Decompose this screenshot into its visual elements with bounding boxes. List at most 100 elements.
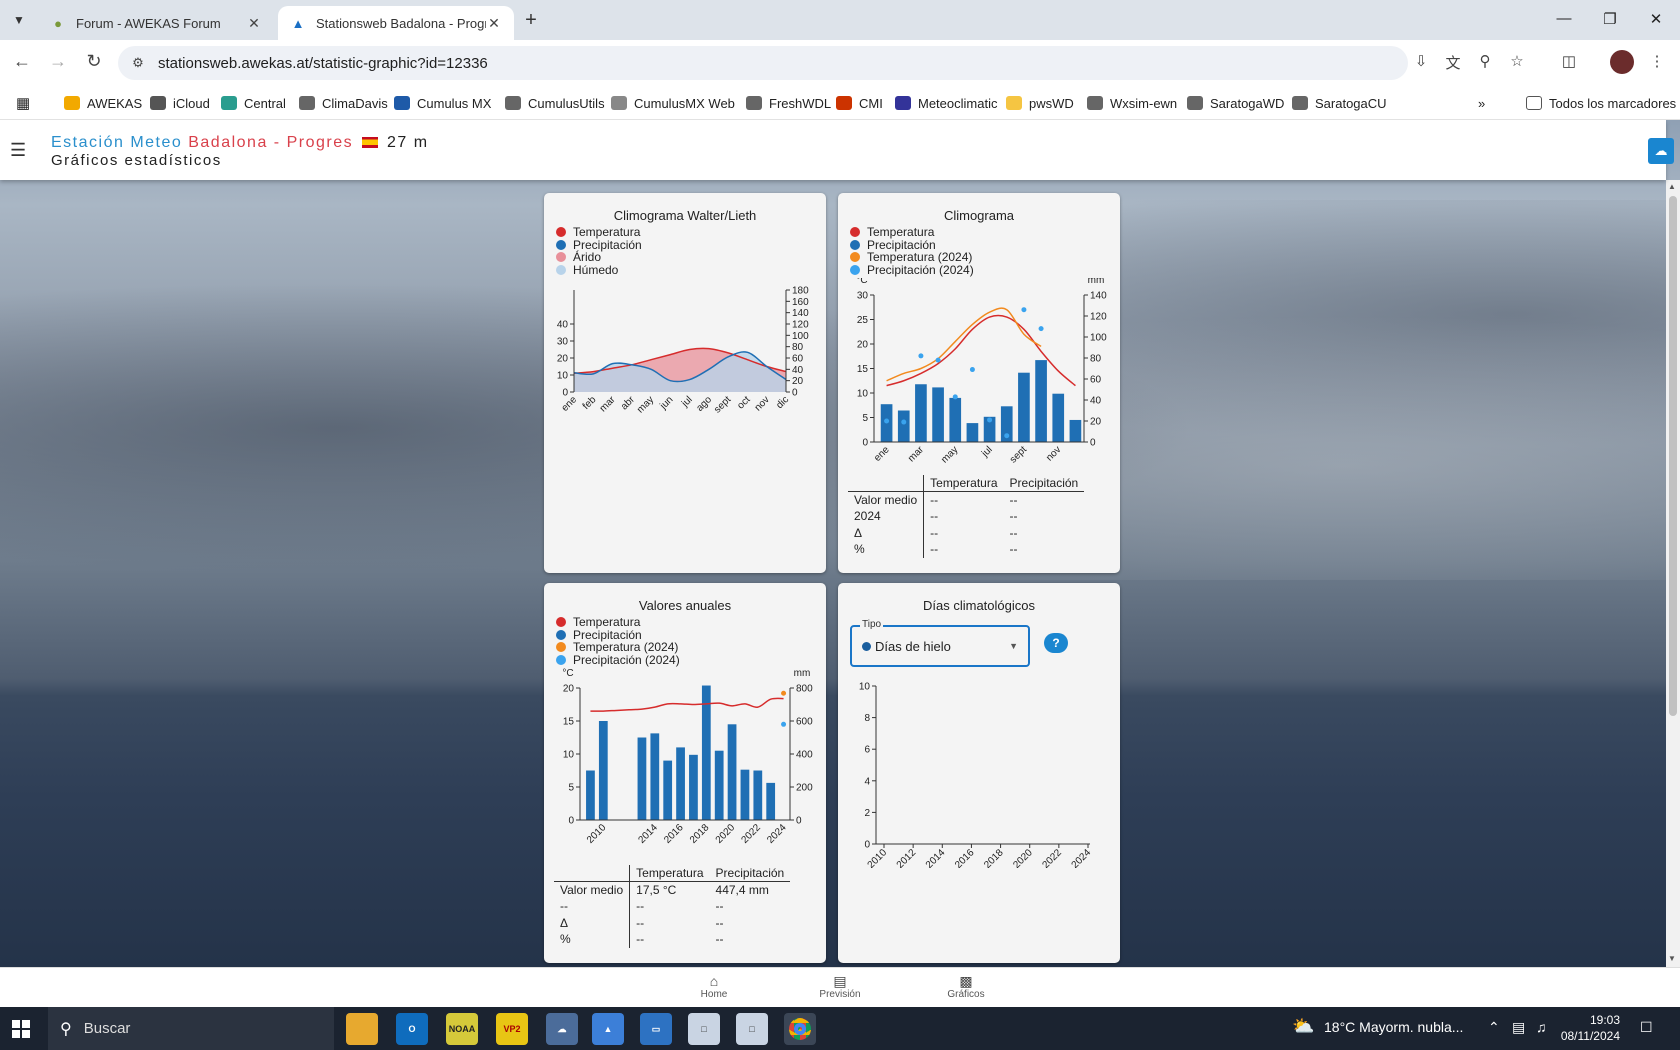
legend-item[interactable]: Árido [556, 251, 642, 264]
show-hidden-icons-icon[interactable]: ⌃ [1488, 1019, 1500, 1036]
hamburger-menu-icon[interactable]: ☰ [10, 140, 26, 161]
legend-dot [850, 239, 860, 250]
bookmark-item[interactable]: CumulusMX Web [611, 92, 735, 114]
apps-grid-icon[interactable]: ▦ [16, 92, 30, 114]
document-icon[interactable]: □ [736, 1013, 768, 1045]
legend-item[interactable]: Temperatura [556, 616, 680, 629]
windows-start-icon[interactable] [12, 1020, 30, 1038]
tab-stationsweb[interactable]: ▲ Stationsweb Badalona - Progres ✕ [278, 6, 514, 40]
close-tab-icon[interactable]: ✕ [246, 15, 262, 32]
close-window-icon[interactable]: ✕ [1636, 10, 1676, 28]
bookmark-item[interactable]: CMI [836, 92, 883, 114]
network-icon[interactable]: ▤ [1512, 1019, 1525, 1036]
bookmark-item[interactable]: AWEKAS [64, 92, 142, 114]
bookmark-item[interactable]: iCloud [150, 92, 210, 114]
legend-label: Árido [573, 250, 602, 264]
nav-prevision[interactable]: ▤ Previsión [800, 973, 880, 1000]
select-label: Tipo [860, 619, 884, 630]
document-icon[interactable]: □ [688, 1013, 720, 1045]
page-scrollbar[interactable]: ▲ ▼ [1666, 180, 1680, 967]
bottom-navigation: ⌂ Home ▤ Previsión ▩ Gráficos [0, 967, 1680, 1007]
bookmark-item[interactable]: FreshWDL [746, 92, 831, 114]
notifications-icon[interactable]: ☐ [1640, 1019, 1653, 1036]
window-app-icon[interactable]: ▭ [640, 1013, 672, 1045]
thermometer-app-icon[interactable]: ▲ [592, 1013, 624, 1045]
bookmark-item[interactable]: Meteoclimatic [895, 92, 997, 114]
bookmark-item[interactable]: SaratogaWD [1187, 92, 1284, 114]
all-bookmarks-folder[interactable]: Todos los marcadores [1526, 92, 1676, 114]
translate-icon[interactable]: 文 [1442, 52, 1464, 73]
install-app-icon[interactable]: ⇩ [1410, 52, 1432, 70]
precipitation-bar [701, 685, 711, 820]
scrollbar-thumb[interactable] [1669, 196, 1677, 716]
nav-home[interactable]: ⌂ Home [674, 973, 754, 1000]
outlook-icon[interactable]: O [396, 1013, 428, 1045]
awekas-favicon-icon: ▲ [291, 15, 305, 31]
chrome-icon[interactable] [784, 1013, 816, 1045]
site-info-icon[interactable]: ⚙ [118, 55, 158, 71]
x-tick-label: abr [619, 394, 637, 412]
back-icon[interactable]: ← [10, 51, 34, 72]
bookmark-label: AWEKAS [87, 95, 143, 111]
row-label: -- [554, 898, 631, 915]
temp-value: -- [636, 932, 645, 947]
x-tick-label: 2022 [739, 822, 763, 846]
x-tick-label: sept [712, 394, 733, 415]
tab-forum[interactable]: ● Forum - AWEKAS Forum ✕ [38, 6, 274, 40]
profile-avatar[interactable] [1610, 50, 1634, 74]
nav-graficos[interactable]: ▩ Gráficos [926, 973, 1006, 1000]
legend-item[interactable]: Temperatura (2024) [850, 251, 974, 264]
close-tab-icon[interactable]: ✕ [486, 15, 502, 32]
bookmark-item[interactable]: Wxsim-ewn [1087, 92, 1177, 114]
scroll-up-icon[interactable]: ▲ [1668, 182, 1676, 191]
restore-icon[interactable]: ❐ [1590, 10, 1630, 28]
bookmark-label: Wxsim-ewn [1110, 95, 1178, 111]
x-tick-label: 2010 [585, 822, 609, 846]
cloud-upload-icon[interactable]: ☁ [1648, 138, 1674, 164]
vp2-sol-icon[interactable]: VP2 [496, 1013, 528, 1045]
bookmark-star-icon[interactable]: ☆ [1506, 52, 1528, 70]
legend-item[interactable]: Húmedo [556, 263, 642, 277]
weather-app-icon[interactable]: ☁ [546, 1013, 578, 1045]
new-tab-icon[interactable]: + [520, 9, 542, 32]
bookmark-favicon-icon [394, 96, 410, 110]
legend-item[interactable]: Temperatura [850, 226, 974, 239]
bookmark-item[interactable]: CumulusUtils [505, 92, 605, 114]
taskbar-search[interactable]: ⚲ Buscar [48, 1007, 334, 1050]
zoom-icon[interactable]: ⚲ [1474, 52, 1496, 70]
tipo-select[interactable]: Tipo Días de hielo ▼ [850, 619, 1030, 667]
help-button[interactable]: ? [1044, 633, 1068, 653]
bookmark-item[interactable]: Central [221, 92, 286, 114]
bookmark-favicon-icon [895, 96, 911, 110]
legend-item[interactable]: Temperatura (2024) [556, 641, 680, 654]
scroll-down-icon[interactable]: ▼ [1668, 954, 1676, 963]
bookmark-item[interactable]: Cumulus MX [394, 92, 491, 114]
x-tick-label: 2024 [765, 822, 789, 846]
forward-icon[interactable]: → [46, 51, 70, 72]
legend-item[interactable]: Temperatura [556, 226, 642, 239]
system-clock[interactable]: 19:03 08/11/2024 [1540, 1012, 1620, 1044]
weather-tray-icon[interactable]: ⛅ [1292, 1016, 1314, 1037]
precipitation-2024-point [987, 417, 993, 423]
reload-icon[interactable]: ↻ [82, 51, 106, 72]
bookmark-item[interactable]: SaratogaCU [1292, 92, 1387, 114]
bookmark-item[interactable]: ClimaDavis [299, 92, 388, 114]
file-explorer-icon[interactable] [346, 1013, 378, 1045]
temp-value: -- [930, 542, 939, 557]
y-tick-label: 4 [864, 776, 870, 787]
legend-item[interactable]: Precipitación (2024) [850, 263, 974, 277]
legend-item[interactable]: Precipitación (2024) [556, 653, 680, 667]
tab-search-button[interactable]: ▼ [6, 8, 32, 32]
extensions-icon[interactable]: ◫ [1558, 52, 1580, 70]
noaa-tables-icon[interactable]: NOAA [446, 1013, 478, 1045]
y-tick-label: 30 [557, 337, 569, 348]
menu-kebab-icon[interactable]: ⋮ [1646, 52, 1668, 70]
y-tick-label: 8 [864, 713, 870, 724]
weather-tray-text[interactable]: 18°C Mayorm. nubla... [1324, 1019, 1463, 1035]
bookmark-item[interactable]: pwsWD [1006, 92, 1074, 114]
card-climograma: Climograma Temperatura Precipitación Tem… [838, 193, 1120, 573]
minimize-icon[interactable]: — [1544, 10, 1584, 27]
more-bookmarks-icon[interactable]: » [1478, 92, 1485, 114]
precipitation-bar [727, 724, 737, 820]
address-bar[interactable]: ⚙ stationsweb.awekas.at/statistic-graphi… [118, 46, 1408, 80]
